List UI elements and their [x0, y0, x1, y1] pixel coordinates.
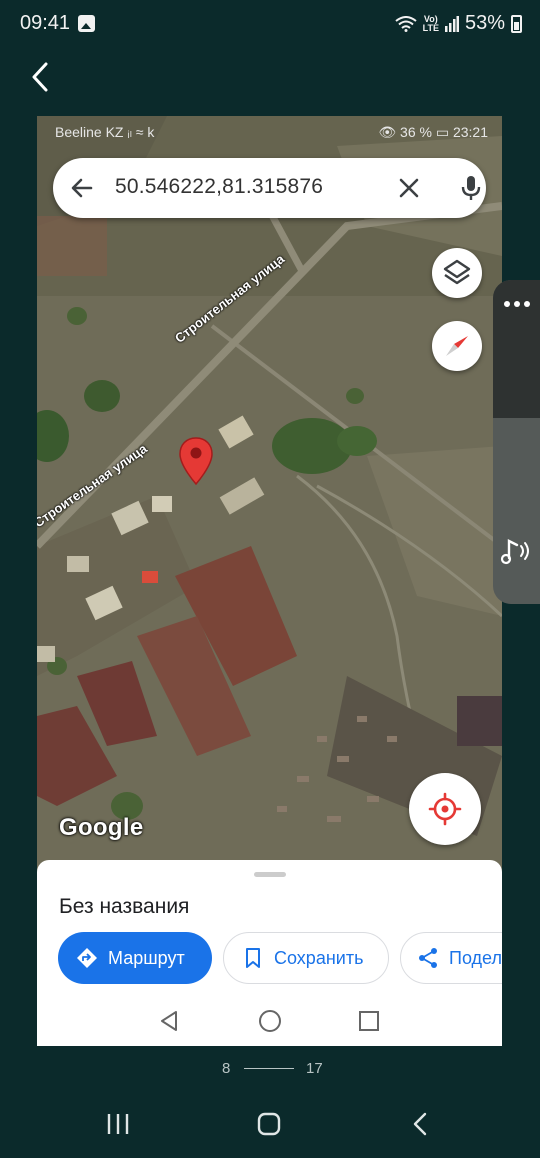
bookmark-icon: [246, 948, 260, 968]
pager-total: 17: [306, 1060, 323, 1077]
my-location-button[interactable]: [409, 773, 481, 845]
recents-icon[interactable]: [106, 1112, 130, 1136]
save-button[interactable]: Сохранить: [223, 932, 389, 984]
search-query[interactable]: 50.546222,81.315876: [115, 175, 323, 199]
inner-status-bar: Beeline KZ ᵢₗ ≈ k 👁 36 % ▭ 23:21: [37, 116, 502, 148]
outer-status-bar: 09:41 Vo) LTE 53%: [0, 0, 540, 50]
inner-navigation-bar: [37, 1002, 502, 1042]
share-icon: [419, 948, 437, 968]
google-logo: Google: [59, 814, 144, 841]
nav-recents-icon[interactable]: [358, 1010, 380, 1032]
music-icon[interactable]: [499, 536, 533, 566]
place-bottom-sheet[interactable]: Без названия Маршрут Сохранить Подел: [37, 860, 502, 1046]
layers-icon: [443, 259, 471, 285]
nav-back-icon[interactable]: [159, 1010, 179, 1032]
screenshot-viewer[interactable]: Beeline KZ ᵢₗ ≈ k 👁 36 % ▭ 23:21 50.5462…: [37, 116, 502, 1046]
more-icon[interactable]: [503, 300, 531, 308]
route-label: Маршрут: [108, 947, 185, 968]
share-label: Подел: [449, 947, 502, 968]
clear-icon[interactable]: [397, 176, 421, 200]
layers-button[interactable]: [432, 248, 482, 298]
outer-status-icons: Vo) LTE 53%: [395, 12, 522, 35]
save-label: Сохранить: [274, 947, 364, 968]
locate-icon: [428, 792, 462, 826]
compass-button[interactable]: [432, 321, 482, 371]
sheet-drag-handle[interactable]: [254, 872, 286, 877]
satellite-map[interactable]: [37, 116, 502, 866]
signal-icon: [444, 15, 459, 32]
route-button[interactable]: Маршрут: [58, 932, 212, 984]
search-bar[interactable]: 50.546222,81.315876: [53, 158, 486, 218]
inner-carrier: Beeline KZ ᵢₗ ≈ k: [55, 124, 155, 140]
side-panel[interactable]: [493, 280, 540, 604]
wifi-icon: [395, 15, 417, 32]
volte-line-2: LTE: [422, 22, 439, 33]
directions-icon: [77, 948, 97, 968]
home-icon[interactable]: [257, 1112, 281, 1136]
place-title: Без названия: [59, 895, 190, 918]
search-back-icon[interactable]: [69, 175, 95, 201]
inner-status-right: 👁 36 % ▭ 23:21: [378, 124, 488, 140]
nav-home-icon[interactable]: [258, 1009, 282, 1033]
back-icon[interactable]: [410, 1112, 430, 1136]
image-pager: 8 17: [0, 1058, 540, 1078]
map-pin-icon[interactable]: [178, 436, 214, 486]
share-button[interactable]: Подел: [400, 932, 502, 984]
volte-indicator: Vo) LTE: [422, 14, 439, 33]
battery-icon: [511, 14, 522, 33]
mic-icon[interactable]: [459, 174, 483, 202]
gallery-icon: [78, 15, 95, 32]
pager-divider: [244, 1068, 294, 1069]
pager-current: 8: [222, 1060, 231, 1077]
back-arrow-icon[interactable]: [28, 60, 58, 94]
system-navigation-bar: [0, 1100, 540, 1150]
battery-percent: 53%: [464, 12, 505, 34]
compass-icon: [446, 336, 468, 356]
outer-clock: 09:41: [20, 12, 71, 34]
